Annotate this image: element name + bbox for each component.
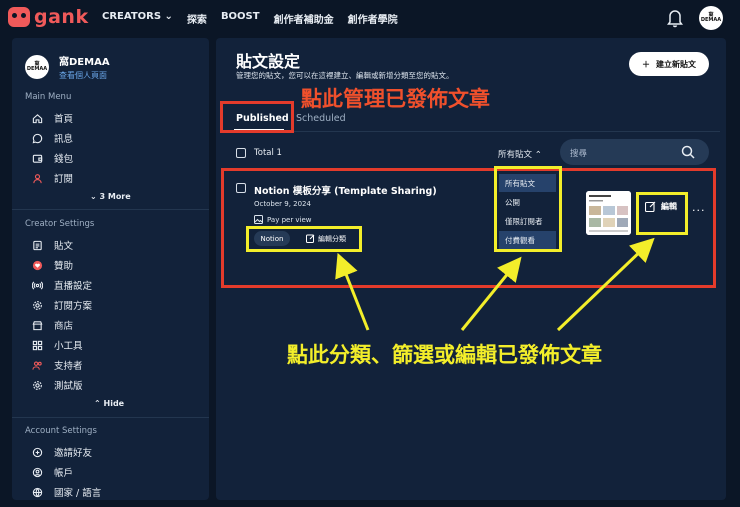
- creator-settings-title: Creator Settings: [25, 219, 95, 229]
- highlight-edit-button: [636, 192, 688, 235]
- annotation-manage-published: 點此管理已發佈文章: [301, 87, 490, 111]
- sidebar: 窩 DEMAA 窩DEMAA 查看個人頁面 Main Menu 首頁 訊息 錢包…: [12, 38, 209, 500]
- users-icon: [32, 360, 42, 370]
- main-menu-title: Main Menu: [25, 92, 72, 102]
- sidebar-item-account[interactable]: 帳戶: [32, 465, 73, 479]
- divider: [12, 209, 209, 210]
- user-icon: [33, 173, 42, 183]
- nav-explore[interactable]: 探索: [187, 11, 207, 26]
- sidebar-item-stream-settings[interactable]: 直播設定: [32, 278, 92, 292]
- divider: [222, 131, 720, 132]
- sidebar-item-supporters[interactable]: 支持者: [32, 358, 83, 372]
- globe-icon: [32, 487, 43, 497]
- account-icon: [32, 467, 43, 477]
- shop-icon: [32, 320, 43, 330]
- nav-creator-academy[interactable]: 創作者學院: [348, 11, 398, 26]
- chevron-up-icon: ⌃: [94, 399, 101, 408]
- profile-card: 窩 DEMAA 窩DEMAA 查看個人頁面: [25, 53, 110, 81]
- highlight-filter-dropdown: [494, 166, 562, 252]
- page-subtitle: 管理您的貼文，您可以在這裡建立、編輯或新增分類至您的貼文。: [236, 71, 454, 80]
- nav-boost[interactable]: BOOST: [221, 11, 260, 26]
- broadcast-icon: [32, 280, 43, 290]
- account-settings-title: Account Settings: [25, 426, 97, 436]
- user-plus-icon: [32, 447, 43, 457]
- brand-name: gank: [34, 6, 89, 28]
- chevron-down-icon: ⌄: [164, 11, 173, 22]
- new-post-button[interactable]: ＋ 建立新貼文: [629, 52, 709, 76]
- hide-button[interactable]: ⌃ Hide: [94, 399, 124, 408]
- sidebar-item-messages[interactable]: 訊息: [32, 131, 73, 145]
- post-filter-select[interactable]: 所有貼文 ⌃: [498, 148, 542, 160]
- sidebar-item-posts[interactable]: 貼文: [32, 238, 73, 252]
- sidebar-item-widgets[interactable]: 小工具: [32, 338, 83, 352]
- sidebar-item-sponsor[interactable]: 贊助: [32, 258, 73, 272]
- sidebar-item-home[interactable]: 首頁: [32, 111, 73, 125]
- gank-logo[interactable]: gank: [8, 6, 89, 28]
- grid-icon: [32, 340, 43, 350]
- user-avatar[interactable]: 窩 DEMAA: [699, 6, 723, 30]
- divider: [12, 417, 209, 418]
- wallet-icon: [32, 154, 43, 163]
- view-profile-link[interactable]: 查看個人頁面: [59, 70, 110, 81]
- document-icon: [33, 240, 42, 250]
- page-title: 貼文設定: [236, 52, 301, 71]
- gear-icon: [33, 300, 42, 310]
- chat-bubble-icon: [32, 133, 43, 143]
- main-nav: CREATORS ⌄ 探索 BOOST 創作者補助金 創作者學院: [102, 11, 398, 26]
- sidebar-item-subscription-plans[interactable]: 訂閱方案: [32, 298, 92, 312]
- select-all-checkbox[interactable]: [236, 148, 246, 158]
- heart-icon: [32, 260, 43, 270]
- sidebar-item-invite-friends[interactable]: 邀請好友: [32, 445, 92, 459]
- search-input[interactable]: 搜尋: [560, 139, 709, 165]
- sidebar-item-subscriptions[interactable]: 訂閱: [32, 171, 73, 185]
- highlight-category-chips: [246, 226, 362, 252]
- chevron-down-icon: ⌄: [90, 192, 97, 201]
- total-count: Total 1: [254, 148, 282, 158]
- nav-creator-fund[interactable]: 創作者補助金: [274, 11, 334, 26]
- beta-gear-icon: [33, 380, 42, 390]
- sidebar-item-wallet[interactable]: 錢包: [32, 151, 73, 165]
- nav-creators[interactable]: CREATORS ⌄: [102, 11, 173, 26]
- avatar[interactable]: 窩 DEMAA: [25, 55, 49, 79]
- sidebar-item-shop[interactable]: 商店: [32, 318, 73, 332]
- tab-scheduled[interactable]: Scheduled: [296, 113, 346, 124]
- show-more-button[interactable]: ⌄ 3 More: [90, 192, 131, 201]
- bell-icon[interactable]: [666, 8, 684, 28]
- logo-icon: [8, 7, 30, 27]
- profile-name: 窩DEMAA: [59, 57, 110, 68]
- chevron-up-icon: ⌃: [534, 150, 542, 160]
- plus-icon: ＋: [642, 59, 650, 69]
- highlight-published-tab: [220, 101, 294, 133]
- home-icon: [32, 113, 43, 123]
- annotation-classify-filter-edit: 點此分類、篩選或編輯已發佈文章: [287, 343, 602, 367]
- sidebar-item-country-language[interactable]: 國家 / 語言: [32, 485, 101, 499]
- sidebar-item-beta[interactable]: 測試版: [32, 378, 83, 392]
- search-icon: [681, 145, 695, 159]
- top-nav-bar: gank CREATORS ⌄ 探索 BOOST 創作者補助金 創作者學院 窩 …: [0, 0, 740, 36]
